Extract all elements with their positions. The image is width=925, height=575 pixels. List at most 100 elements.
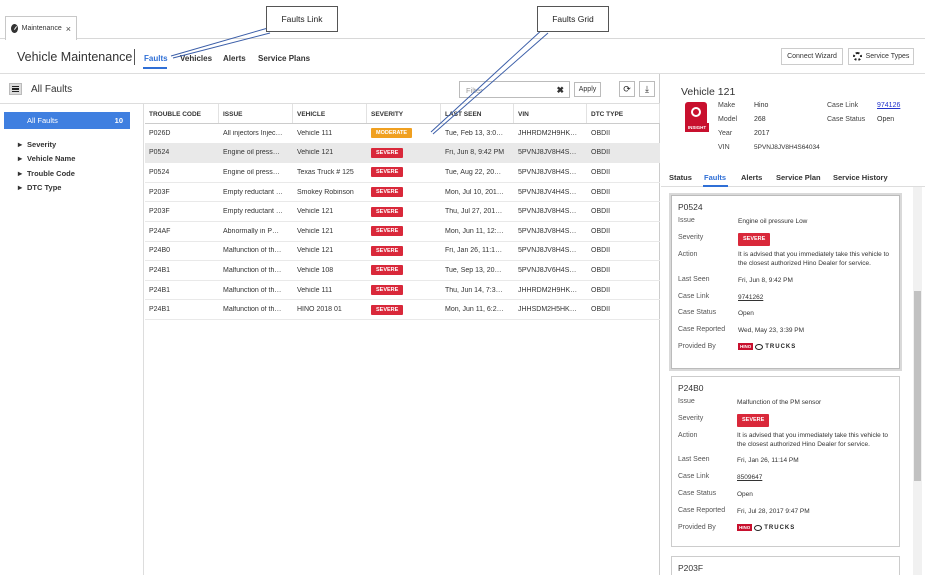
nav-vehicles[interactable]: Vehicles (180, 54, 212, 63)
col-issue[interactable]: ISSUE (219, 104, 293, 123)
col-severity[interactable]: SEVERITY (367, 104, 441, 123)
action-value: It is advised that you immediately take … (738, 251, 890, 267)
table-row[interactable]: P203F Empty reductant … Vehicle 121 SEVERE T… (145, 202, 660, 222)
model-label: Model (718, 116, 738, 123)
issue-label: Issue (678, 217, 695, 224)
case-status-value: Open (737, 491, 753, 498)
severity-badge: SEVERE (371, 167, 404, 178)
table-row[interactable]: P0524 Engine oil press… Vehicle 121 SEVERE F… (145, 143, 660, 164)
clear-filter-icon[interactable]: ✖ (556, 85, 564, 96)
col-dtc-type[interactable]: DTC TYPE (587, 104, 660, 123)
cell-issue: Empty reductant … (223, 208, 283, 216)
cell-vehicle: Vehicle 121 (297, 149, 334, 157)
cell-dtc-type: OBDII (591, 247, 611, 255)
nav-alerts[interactable]: Alerts (223, 54, 246, 63)
facet-all-count: 10 (114, 116, 123, 125)
vin-label: VIN (718, 144, 730, 151)
severity-value: SEVERE (738, 233, 898, 246)
case-link-label: Case Link (678, 473, 710, 480)
tab-faults[interactable]: Faults (704, 173, 726, 182)
connect-wizard-button[interactable]: Connect Wizard (781, 48, 843, 65)
nav-service-plans[interactable]: Service Plans (258, 54, 310, 63)
severity-label: Severity (678, 234, 704, 241)
browser-tab-bar: Maintenance × (0, 0, 925, 40)
faults-grid: TROUBLE CODE ISSUE VEHICLE SEVERITY LAST… (145, 104, 660, 320)
table-row[interactable]: P24B0 Malfunction of th… Vehicle 121 SEVERE… (145, 242, 660, 262)
grid-body: P026D All injectors Injec… Vehicle 111 MODE… (145, 124, 660, 320)
connect-wizard-label: Connect Wizard (787, 53, 837, 60)
case-status-label: Case Status (678, 309, 717, 316)
tab-service-history[interactable]: Service History (833, 173, 888, 182)
gear-icon (852, 52, 862, 61)
table-row[interactable]: P24B1 Malfunction of th… Vehicle 108 SEVERE… (145, 261, 660, 281)
tab-status[interactable]: Status (669, 173, 692, 182)
hino-trucks-logo: HINO TRUCKS (737, 524, 796, 531)
fault-card[interactable]: P203F (671, 556, 900, 575)
nav-faults[interactable]: Faults (144, 54, 168, 63)
filter-input[interactable]: Filter ✖ (459, 81, 570, 98)
table-row[interactable]: P24AF Abnormally in P… Vehicle 121 SEVERE Mo… (145, 222, 660, 242)
facet-all-faults[interactable]: All Faults 10 (4, 112, 130, 129)
col-vehicle[interactable]: VEHICLE (293, 104, 367, 123)
case-link-value[interactable]: 974126 (877, 102, 900, 109)
cell-vin: 5PVNJ8JV8H4S… (518, 149, 577, 157)
cell-trouble-code: P24B1 (149, 306, 171, 314)
facet-severity[interactable]: Severity (18, 140, 56, 149)
cell-last-seen: Tue, Feb 13, 3:0… (445, 129, 504, 137)
last-seen-label: Last Seen (678, 276, 710, 283)
cell-trouble-code: P24B0 (149, 247, 171, 255)
hino-trucks-logo: HINO TRUCKS (738, 343, 797, 350)
close-icon[interactable]: × (66, 24, 71, 34)
fault-card[interactable]: P0524 Issue Engine oil pressure Low Seve… (671, 195, 900, 369)
browser-tab-maintenance[interactable]: Maintenance × (5, 16, 77, 40)
cell-trouble-code: P24AF (149, 227, 171, 235)
facet-trouble-code[interactable]: Trouble Code (18, 169, 75, 178)
col-last-seen[interactable]: LAST SEEN (441, 104, 514, 123)
last-seen-value: Fri, Jun 8, 9:42 PM (738, 277, 793, 284)
tab-alerts[interactable]: Alerts (741, 173, 762, 182)
cell-dtc-type: OBDII (591, 129, 611, 137)
cell-issue: Malfunction of th… (223, 286, 282, 294)
apply-button[interactable]: Apply (574, 82, 601, 97)
case-link-value[interactable]: 9741262 (738, 293, 763, 302)
table-row[interactable]: P0524 Engine oil press… Texas Truck # 125 S… (145, 163, 660, 183)
severity-badge: MODERATE (371, 128, 413, 139)
table-row[interactable]: P24B1 Malfunction of th… Vehicle 111 SEVERE… (145, 281, 660, 301)
cell-dtc-type: OBDII (591, 188, 611, 196)
refresh-icon[interactable]: ⟳ (619, 81, 635, 97)
detail-scrollbar[interactable] (913, 187, 922, 575)
severity-badge: SEVERE (737, 414, 770, 427)
severity-badge: SEVERE (371, 226, 404, 237)
faults-pane: All Faults Filter ✖ Apply ⟳ ⤓ All Faults… (0, 74, 660, 575)
cell-dtc-type: OBDII (591, 286, 611, 294)
severity-badge: SEVERE (371, 187, 404, 198)
table-row[interactable]: P026D All injectors Injec… Vehicle 111 MODE… (145, 124, 660, 144)
col-vin[interactable]: VIN (514, 104, 587, 123)
cell-issue: Abnormally in P… (223, 227, 280, 235)
case-link-value[interactable]: 8509647 (737, 473, 762, 482)
grid-header: TROUBLE CODE ISSUE VEHICLE SEVERITY LAST… (145, 104, 660, 124)
cell-vehicle: Vehicle 121 (297, 247, 334, 255)
severity-badge: SEVERE (371, 245, 404, 256)
severity-badge: SEVERE (371, 304, 404, 315)
severity-badge: SEVERE (371, 206, 404, 217)
table-row[interactable]: P203F Empty reductant … Smokey Robinson SEV… (145, 183, 660, 203)
facet-dtc-type[interactable]: DTC Type (18, 183, 61, 192)
service-types-button[interactable]: Service Types (848, 48, 914, 65)
facet-vehicle-name[interactable]: Vehicle Name (18, 154, 75, 163)
col-trouble-code[interactable]: TROUBLE CODE (145, 104, 219, 123)
scrollbar-thumb[interactable] (914, 291, 921, 481)
tab-service-plan[interactable]: Service Plan (776, 173, 821, 182)
cell-issue: Engine oil press… (223, 168, 280, 176)
menu-icon[interactable] (9, 83, 22, 95)
cell-vehicle: Vehicle 108 (297, 266, 334, 274)
case-link-label: Case Link (827, 102, 859, 109)
download-icon[interactable]: ⤓ (639, 81, 655, 97)
cell-severity: SEVERE (367, 167, 441, 178)
action-value: It is advised that you immediately take … (737, 432, 889, 448)
fault-code: P203F (678, 563, 704, 573)
fault-card[interactable]: P24B0 Issue Malfunction of the PM sensor… (671, 376, 900, 547)
cell-last-seen: Fri, Jan 26, 11:1… (445, 247, 503, 255)
table-row[interactable]: P24B1 Malfunction of th… HINO 2018 01 SEVER… (145, 300, 660, 320)
cell-vehicle: Vehicle 111 (297, 129, 333, 137)
